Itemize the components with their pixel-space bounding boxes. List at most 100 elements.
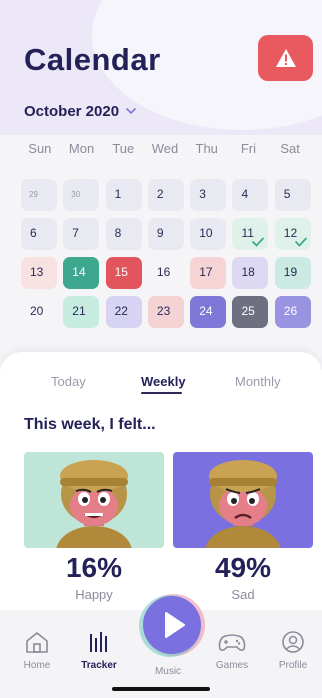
day-number: 24 xyxy=(199,304,213,318)
tracker-icon xyxy=(90,632,107,652)
calendar-day[interactable]: 21 xyxy=(63,296,100,328)
period-tabs: Today Weekly Monthly xyxy=(0,374,322,398)
day-number: 14 xyxy=(72,265,86,279)
day-number: 10 xyxy=(199,226,213,240)
day-number: 4 xyxy=(241,187,249,201)
profile-icon xyxy=(282,631,304,653)
alert-button[interactable] xyxy=(258,35,313,81)
weekday-label: Fri xyxy=(240,141,256,156)
month-selector[interactable]: October 2020 xyxy=(24,102,137,120)
nav-label-games: Games xyxy=(215,660,249,671)
nav-label-profile: Profile xyxy=(278,660,308,671)
happy-character-image xyxy=(56,460,132,548)
day-number: 16 xyxy=(156,265,171,279)
calendar-day[interactable]: 3 xyxy=(190,179,227,211)
day-number: 7 xyxy=(72,226,79,240)
day-number: 1 xyxy=(114,187,122,201)
happy-mood-card[interactable] xyxy=(24,452,164,548)
sad-mood-card[interactable] xyxy=(173,452,313,548)
summary-heading: This week, I felt... xyxy=(24,416,156,433)
day-number: 21 xyxy=(72,304,86,318)
day-number: 29 xyxy=(29,190,38,199)
calendar-day[interactable]: 11 xyxy=(232,218,269,250)
calendar-day[interactable]: 29 xyxy=(21,179,57,211)
calendar-day[interactable]: 18 xyxy=(232,257,269,289)
calendar-day[interactable]: 1 xyxy=(105,179,142,211)
calendar-day[interactable]: 8 xyxy=(105,218,142,250)
nav-item-home[interactable]: Home xyxy=(12,630,62,671)
tab-today[interactable]: Today xyxy=(51,374,86,389)
day-number: 23 xyxy=(156,304,171,318)
calendar-day[interactable]: 30 xyxy=(63,179,100,211)
page-title: Calendar xyxy=(24,42,161,77)
day-number: 25 xyxy=(241,304,255,318)
calendar-day[interactable]: 6 xyxy=(21,218,57,250)
day-number: 5 xyxy=(283,187,291,201)
gamepad-icon xyxy=(218,634,246,651)
day-number: 13 xyxy=(30,265,44,279)
home-indicator xyxy=(112,687,210,691)
weekday-label: Wed xyxy=(151,141,179,156)
calendar-day[interactable]: 10 xyxy=(190,218,227,250)
nav-item-music[interactable]: Music xyxy=(143,660,193,677)
calendar-day[interactable]: 5 xyxy=(274,179,311,211)
weekday-label: Sun xyxy=(28,141,52,156)
day-number: 18 xyxy=(241,265,255,279)
nav-item-profile[interactable]: Profile xyxy=(268,630,318,671)
calendar-day[interactable]: 17 xyxy=(190,257,227,289)
month-label: October 2020 xyxy=(24,102,120,120)
calendar-day[interactable]: 15 xyxy=(105,257,142,289)
day-number: 30 xyxy=(71,190,81,199)
day-number: 17 xyxy=(199,265,213,279)
weekday-label: Mon xyxy=(68,141,95,156)
sad-percent: 49% xyxy=(214,552,272,583)
calendar-day[interactable]: 9 xyxy=(147,218,184,250)
calendar-day[interactable]: 16 xyxy=(147,257,184,289)
calendar-day[interactable]: 2 xyxy=(147,179,184,211)
home-icon xyxy=(26,632,48,653)
calendar-day[interactable]: 25 xyxy=(232,296,269,328)
calendar-day[interactable]: 26 xyxy=(274,296,311,328)
calendar-day[interactable]: 12 xyxy=(274,218,311,250)
weekday-header: Sun Mon Tue Wed Thu Fri Sat xyxy=(19,141,311,156)
checkmark-icon xyxy=(252,237,265,247)
nav-label-music: Music xyxy=(154,666,182,677)
nav-label-home: Home xyxy=(23,660,51,671)
app-root: Calendar October 2020 Sun Mon Tue Wed Th… xyxy=(0,0,322,698)
tab-weekly[interactable]: Weekly xyxy=(141,374,186,389)
nav-item-games[interactable]: Games xyxy=(207,630,257,671)
day-number: 9 xyxy=(156,226,164,240)
tab-monthly[interactable]: Monthly xyxy=(235,374,281,389)
calendar-day[interactable]: 23 xyxy=(147,296,184,328)
calendar-grid: Sun Mon Tue Wed Thu Fri Sat 29 30 1 2 3 4 5 6 7 8… xyxy=(0,135,322,370)
calendar-day[interactable]: 20 xyxy=(21,296,57,328)
tab-indicator xyxy=(141,392,182,394)
day-number: 6 xyxy=(30,226,37,240)
nav-label-tracker: Tracker xyxy=(81,660,117,671)
calendar-day[interactable]: 4 xyxy=(232,179,269,211)
chevron-down-icon xyxy=(126,108,136,115)
play-icon xyxy=(139,594,205,657)
calendar-day[interactable]: 14 xyxy=(63,257,100,289)
weekday-label: Tue xyxy=(112,141,135,156)
calendar-day[interactable]: 19 xyxy=(274,257,311,289)
sad-character-image xyxy=(205,460,281,548)
play-button[interactable] xyxy=(137,590,207,660)
nav-item-tracker[interactable]: Tracker xyxy=(74,630,124,671)
weekday-label: Sat xyxy=(280,141,300,156)
day-number: 20 xyxy=(30,304,44,318)
days-grid: 29 30 1 2 3 4 5 6 7 8 9 10 11 12 13 14 15 16 17 18 19 20 21 22 2… xyxy=(21,179,311,328)
calendar-day[interactable]: 7 xyxy=(63,218,100,250)
day-number: 15 xyxy=(114,265,128,279)
calendar-day[interactable]: 13 xyxy=(21,257,57,289)
day-number: 8 xyxy=(114,226,122,240)
warning-icon xyxy=(275,49,296,67)
calendar-day[interactable]: 24 xyxy=(190,296,227,328)
day-number: 2 xyxy=(156,187,164,201)
day-number: 22 xyxy=(114,304,128,318)
checkmark-icon xyxy=(294,237,307,247)
day-number: 19 xyxy=(283,265,298,279)
happy-percent: 16% xyxy=(65,552,123,583)
calendar-day[interactable]: 22 xyxy=(105,296,142,328)
weekday-label: Thu xyxy=(195,141,218,156)
